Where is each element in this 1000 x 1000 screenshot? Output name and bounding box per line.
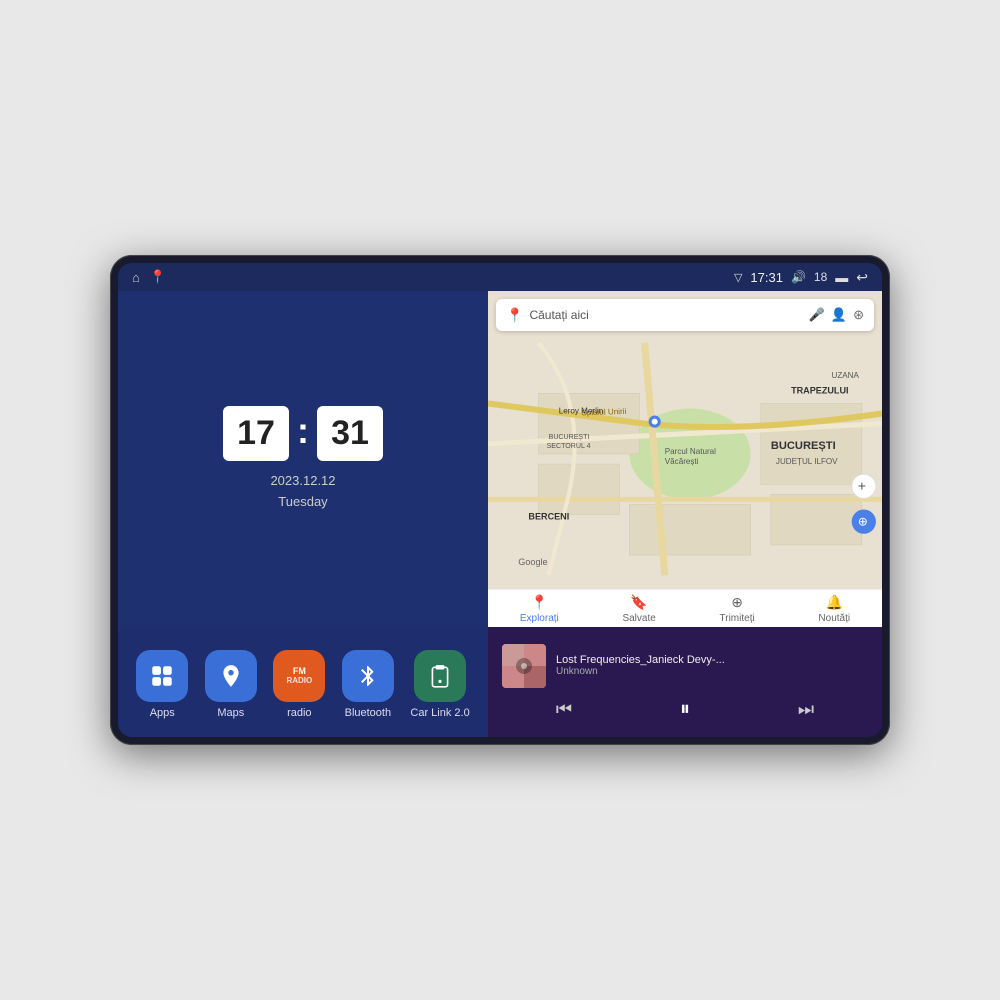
home-icon[interactable]: ⌂ bbox=[132, 270, 140, 285]
maps-icon bbox=[205, 650, 257, 702]
user-icon[interactable]: 👤 bbox=[831, 307, 847, 323]
mic-icon[interactable]: 🎤 bbox=[809, 307, 825, 323]
trimiteți-label: Trimiteți bbox=[720, 613, 755, 624]
back-icon[interactable]: ↩ bbox=[856, 269, 868, 286]
status-left-icons: ⌂ 📍 bbox=[132, 269, 166, 285]
map-pin-icon: 📍 bbox=[506, 307, 523, 324]
carlink-icon bbox=[414, 650, 466, 702]
clock-date: 2023.12.12 Tuesday bbox=[270, 471, 335, 513]
app-item-carlink[interactable]: Car Link 2.0 bbox=[410, 650, 469, 719]
carlink-label: Car Link 2.0 bbox=[410, 707, 469, 719]
map-nav-noutăți[interactable]: 🔔 Noutăți bbox=[818, 594, 850, 624]
music-thumbnail bbox=[502, 644, 546, 688]
salvate-label: Salvate bbox=[622, 613, 655, 624]
clock-display: 17 : 31 bbox=[223, 406, 383, 461]
apps-icon bbox=[136, 650, 188, 702]
map-bottom-bar: 📍 Explorați 🔖 Salvate ⊕ Trimiteți 🔔 bbox=[488, 589, 882, 627]
volume-icon: 🔊 bbox=[791, 270, 806, 284]
battery-level: 18 bbox=[814, 270, 827, 284]
music-artist: Unknown bbox=[556, 666, 868, 677]
music-info-row: Lost Frequencies_Janieck Devy-... Unknow… bbox=[502, 644, 868, 688]
svg-text:BUCUREȘTI: BUCUREȘTI bbox=[771, 440, 836, 452]
apps-label: Apps bbox=[150, 707, 175, 719]
right-panel: Parcul Natural Văcărești bbox=[488, 291, 882, 737]
svg-text:BERCENI: BERCENI bbox=[528, 512, 569, 522]
device-frame: ⌂ 📍 ▽ 17:31 🔊 18 ▬ ↩ 17 : bbox=[110, 255, 890, 745]
salvate-icon: 🔖 bbox=[630, 594, 647, 611]
svg-text:JUDEȚUL ILFOV: JUDEȚUL ILFOV bbox=[776, 457, 838, 466]
music-details: Lost Frequencies_Janieck Devy-... Unknow… bbox=[556, 654, 868, 677]
app-item-radio[interactable]: FM RADIO radio bbox=[273, 650, 325, 719]
noutăți-icon: 🔔 bbox=[826, 594, 843, 611]
next-button[interactable]: ⏭ bbox=[788, 699, 824, 720]
signal-icon: ▽ bbox=[734, 271, 742, 284]
left-panel: 17 : 31 2023.12.12 Tuesday bbox=[118, 291, 488, 737]
svg-text:TRAPEZULUI: TRAPEZULUI bbox=[791, 385, 849, 395]
app-item-apps[interactable]: Apps bbox=[136, 650, 188, 719]
svg-text:+: + bbox=[858, 477, 866, 493]
music-widget: Lost Frequencies_Janieck Devy-... Unknow… bbox=[488, 627, 882, 737]
svg-text:SECTORUL 4: SECTORUL 4 bbox=[547, 443, 591, 450]
clock-widget: 17 : 31 2023.12.12 Tuesday bbox=[118, 291, 488, 627]
clock-minute: 31 bbox=[317, 406, 383, 461]
map-search-icons: 🎤 👤 ⊛ bbox=[809, 307, 864, 323]
svg-text:Leroy Merlin: Leroy Merlin bbox=[559, 407, 603, 416]
app-item-bluetooth[interactable]: Bluetooth bbox=[342, 650, 394, 719]
svg-text:UZANA: UZANA bbox=[831, 371, 859, 380]
clock-colon: : bbox=[297, 410, 309, 452]
svg-text:Google: Google bbox=[518, 557, 547, 567]
trimiteți-icon: ⊕ bbox=[731, 594, 743, 611]
play-pause-button[interactable]: ⏸ bbox=[670, 698, 700, 721]
prev-button[interactable]: ⏮ bbox=[546, 699, 582, 720]
status-bar: ⌂ 📍 ▽ 17:31 🔊 18 ▬ ↩ bbox=[118, 263, 882, 291]
svg-text:Văcărești: Văcărești bbox=[665, 457, 699, 466]
explorați-label: Explorați bbox=[520, 613, 559, 624]
music-title: Lost Frequencies_Janieck Devy-... bbox=[556, 654, 868, 666]
map-container: Parcul Natural Văcărești bbox=[488, 291, 882, 627]
device-screen: ⌂ 📍 ▽ 17:31 🔊 18 ▬ ↩ 17 : bbox=[118, 263, 882, 737]
clock-hour: 17 bbox=[223, 406, 289, 461]
svg-text:⊕: ⊕ bbox=[858, 515, 868, 529]
apps-row: Apps Maps FM RADIO bbox=[118, 627, 488, 737]
radio-label: radio bbox=[287, 707, 311, 719]
svg-text:Parcul Natural: Parcul Natural bbox=[665, 447, 716, 456]
map-nav-explorați[interactable]: 📍 Explorați bbox=[520, 594, 559, 624]
map-widget[interactable]: Parcul Natural Văcărești bbox=[488, 291, 882, 627]
map-search-text: Căutați aici bbox=[529, 308, 802, 322]
status-right-info: ▽ 17:31 🔊 18 ▬ ↩ bbox=[734, 269, 868, 286]
battery-icon: ▬ bbox=[835, 270, 848, 285]
app-item-maps[interactable]: Maps bbox=[205, 650, 257, 719]
bluetooth-icon bbox=[342, 650, 394, 702]
map-nav-trimiteți[interactable]: ⊕ Trimiteți bbox=[720, 594, 755, 624]
status-time: 17:31 bbox=[750, 270, 783, 285]
noutăți-label: Noutăți bbox=[818, 613, 850, 624]
layers-icon[interactable]: ⊛ bbox=[853, 307, 864, 323]
maps-pin-icon[interactable]: 📍 bbox=[150, 269, 166, 285]
svg-text:BUCUREȘTI: BUCUREȘTI bbox=[549, 434, 590, 441]
radio-icon: FM RADIO bbox=[273, 650, 325, 702]
bluetooth-label: Bluetooth bbox=[345, 707, 391, 719]
map-search-bar[interactable]: 📍 Căutați aici 🎤 👤 ⊛ bbox=[496, 299, 874, 331]
main-content: 17 : 31 2023.12.12 Tuesday bbox=[118, 291, 882, 737]
music-controls: ⏮ ⏸ ⏭ bbox=[502, 698, 868, 721]
maps-label: Maps bbox=[217, 707, 244, 719]
map-nav-salvate[interactable]: 🔖 Salvate bbox=[622, 594, 655, 624]
explorați-icon: 📍 bbox=[531, 594, 548, 611]
